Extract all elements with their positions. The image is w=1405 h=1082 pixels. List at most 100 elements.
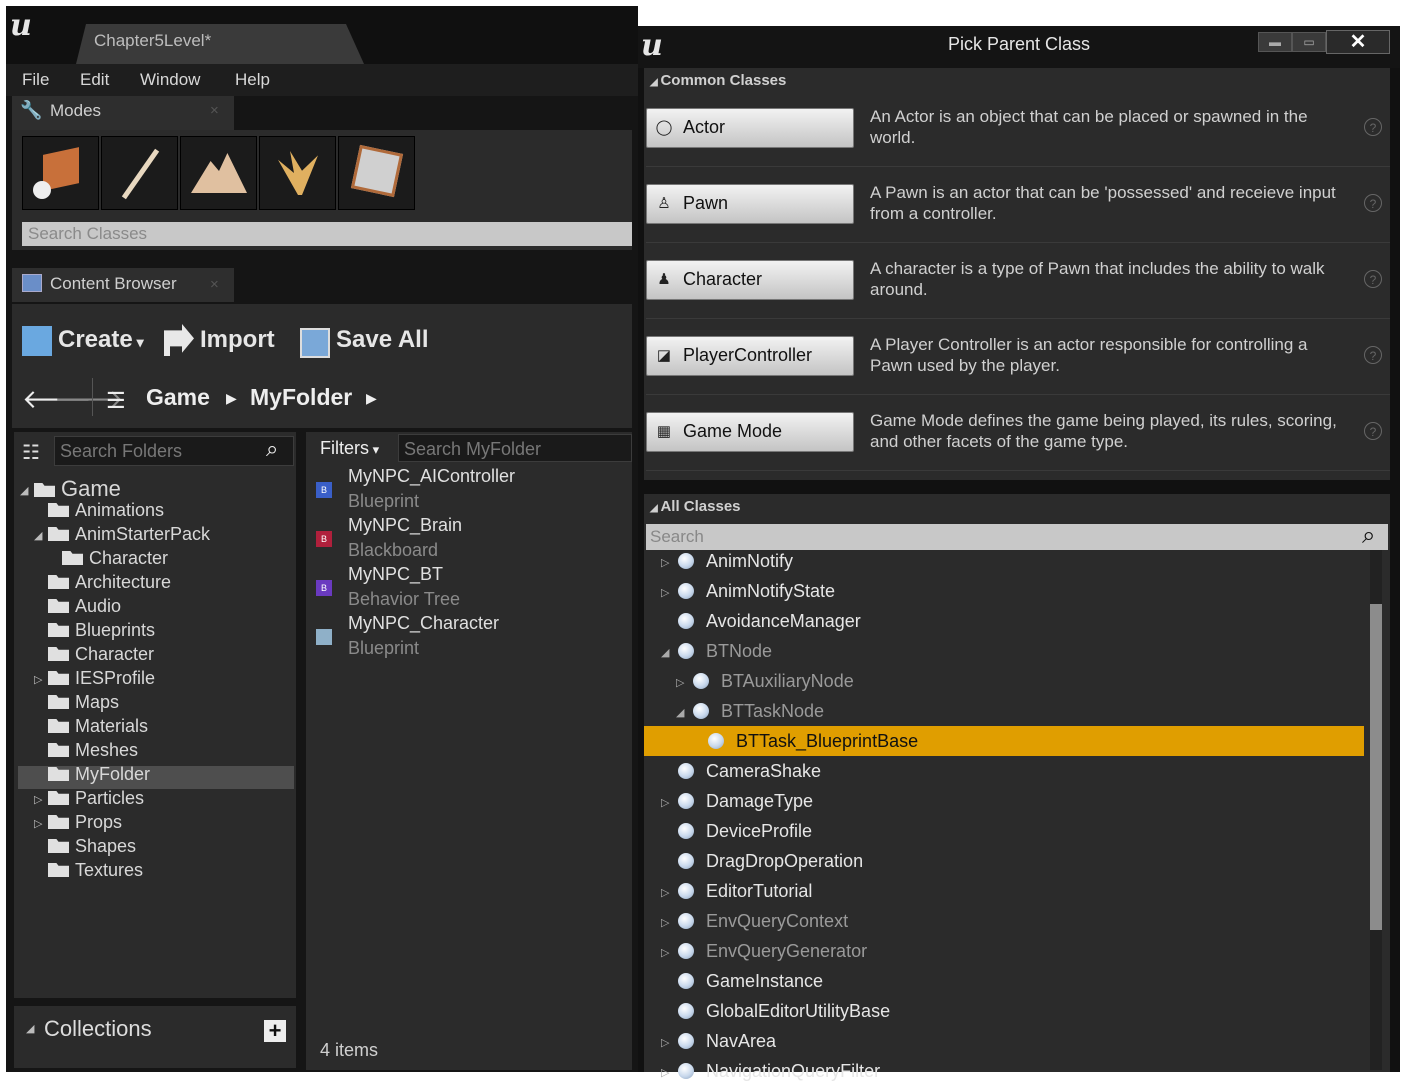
class-tree-item[interactable]: DamageType [678,791,813,812]
minimize-button[interactable]: ▬ [1258,32,1292,52]
class-tree-item[interactable]: BTTaskNode [693,701,824,722]
search-icon[interactable]: ⌕ [266,436,278,462]
folder-item[interactable]: Textures [48,860,143,881]
breadcrumb-myfolder[interactable]: MyFolder [250,384,352,411]
expand-arrow-icon[interactable]: ◢ [34,529,42,542]
asset-name[interactable]: MyNPC_Brain [348,515,462,536]
class-tree-item[interactable]: GameInstance [678,971,823,992]
asset-name[interactable]: MyNPC_AIController [348,466,515,487]
folder-item[interactable]: Maps [48,692,119,713]
tree-arrow-icon[interactable]: ▷ [661,586,669,599]
class-tree-item[interactable]: DragDropOperation [678,851,863,872]
class-tree-item[interactable]: BTTask_BlueprintBase [708,731,918,752]
menu-edit[interactable]: Edit [80,70,109,90]
tree-arrow-icon[interactable]: ▷ [676,676,684,689]
folder-item[interactable]: Particles [48,788,144,809]
place-mode-button[interactable] [22,136,99,210]
tree-arrow-icon[interactable]: ▷ [661,1036,669,1049]
class-tree-item[interactable]: GlobalEditorUtilityBase [678,1001,890,1022]
folder-item[interactable]: Audio [48,596,121,617]
folder-item[interactable]: Game [34,476,121,502]
folder-list-icon[interactable]: ☷ [22,440,40,465]
class-tree-item[interactable]: NavArea [678,1031,776,1052]
import-button[interactable]: Import [200,326,275,354]
breadcrumb-chevron-icon[interactable]: ▶ [366,390,377,407]
help-icon[interactable]: ? [1364,346,1382,364]
class-tree-item[interactable]: EnvQueryContext [678,911,848,932]
collapse-arrow-icon[interactable]: ▷ [34,817,42,830]
landscape-mode-button[interactable] [180,136,257,210]
tree-arrow-icon[interactable]: ▷ [661,556,669,569]
add-collection-icon[interactable]: + [264,1020,286,1042]
tree-arrow-icon[interactable]: ▷ [661,1066,669,1079]
menu-window[interactable]: Window [140,70,200,90]
all-classes-search-input[interactable] [646,524,1388,550]
tree-arrow-icon[interactable]: ◢ [661,646,669,659]
chevron-down-icon: ▾ [369,442,380,457]
breadcrumb-game[interactable]: Game [146,384,210,411]
common-classes-header[interactable]: ◢ Common Classes [650,72,786,89]
maximize-button[interactable]: ▭ [1292,32,1326,52]
folder-item[interactable]: Character [48,644,154,665]
modes-close-icon[interactable]: × [210,102,219,119]
tree-arrow-icon[interactable]: ▷ [661,886,669,899]
class-button-playercontroller[interactable]: ◪ PlayerController [646,336,854,376]
help-icon[interactable]: ? [1364,422,1382,440]
folder-item[interactable]: IESProfile [48,668,155,689]
close-button[interactable]: ✕ [1326,30,1390,54]
help-icon[interactable]: ? [1364,118,1382,136]
help-icon[interactable]: ? [1364,194,1382,212]
class-tree-item[interactable]: BTAuxiliaryNode [693,671,854,692]
folder-item[interactable]: Character [62,548,168,569]
modes-tab[interactable] [12,96,234,130]
class-tree-item[interactable]: EnvQueryGenerator [678,941,867,962]
folder-item[interactable]: AnimStarterPack [48,524,210,545]
folder-item[interactable]: Materials [48,716,148,737]
all-classes-header[interactable]: ◢ All Classes [650,498,741,515]
path-menu-icon[interactable]: ☰ [106,388,126,414]
tree-arrow-icon[interactable]: ▷ [661,796,669,809]
class-tree-item[interactable]: BTNode [678,641,772,662]
folder-item[interactable]: Blueprints [48,620,155,641]
folder-item[interactable]: Shapes [48,836,136,857]
class-tree-item[interactable]: NavigationQueryFilter [678,1061,880,1082]
foliage-mode-button[interactable] [259,136,336,210]
expand-arrow-icon[interactable]: ◢ [20,484,28,497]
paint-mode-button[interactable] [101,136,178,210]
asset-name[interactable]: MyNPC_Character [348,613,499,634]
help-icon[interactable]: ? [1364,270,1382,288]
folder-item[interactable]: Animations [48,500,164,521]
filters-button[interactable]: Filters ▾ [320,438,379,459]
tree-arrow-icon[interactable]: ◢ [676,706,684,719]
folder-item[interactable]: Architecture [48,572,171,593]
asset-name[interactable]: MyNPC_BT [348,564,443,585]
class-tree-item[interactable]: AnimNotify [678,551,793,572]
class-tree-item[interactable]: AnimNotifyState [678,581,835,602]
class-tree-item[interactable]: AvoidanceManager [678,611,861,632]
content-browser-close-icon[interactable]: × [210,276,219,293]
tree-arrow-icon[interactable]: ▷ [661,916,669,929]
class-button-actor[interactable]: ◯ Actor [646,108,854,148]
collapse-arrow-icon[interactable]: ▷ [34,793,42,806]
folder-item[interactable]: Props [48,812,122,833]
class-button-game-mode[interactable]: ▦ Game Mode [646,412,854,452]
collapse-arrow-icon[interactable]: ▷ [34,673,42,686]
folder-item[interactable]: MyFolder [48,764,150,785]
class-list-scroll-thumb[interactable] [1370,604,1382,930]
collections-expand-icon[interactable]: ◢ [26,1022,34,1035]
class-button-pawn[interactable]: ♙ Pawn [646,184,854,224]
geometry-mode-button[interactable] [338,136,415,210]
save-all-button[interactable]: Save All [336,326,429,354]
folder-item[interactable]: Meshes [48,740,138,761]
create-button[interactable]: Create ▾ [58,326,144,354]
controller-icon: ◪ [656,347,672,364]
class-tree-item[interactable]: DeviceProfile [678,821,812,842]
menu-file[interactable]: File [22,70,49,90]
search-icon[interactable]: ⌕ [1362,522,1375,550]
class-tree-item[interactable]: EditorTutorial [678,881,812,902]
class-tree-item[interactable]: CameraShake [678,761,821,782]
class-button-character[interactable]: ♟ Character [646,260,854,300]
tree-arrow-icon[interactable]: ▷ [661,946,669,959]
menu-help[interactable]: Help [235,70,270,90]
breadcrumb-chevron-icon[interactable]: ▶ [226,390,237,407]
